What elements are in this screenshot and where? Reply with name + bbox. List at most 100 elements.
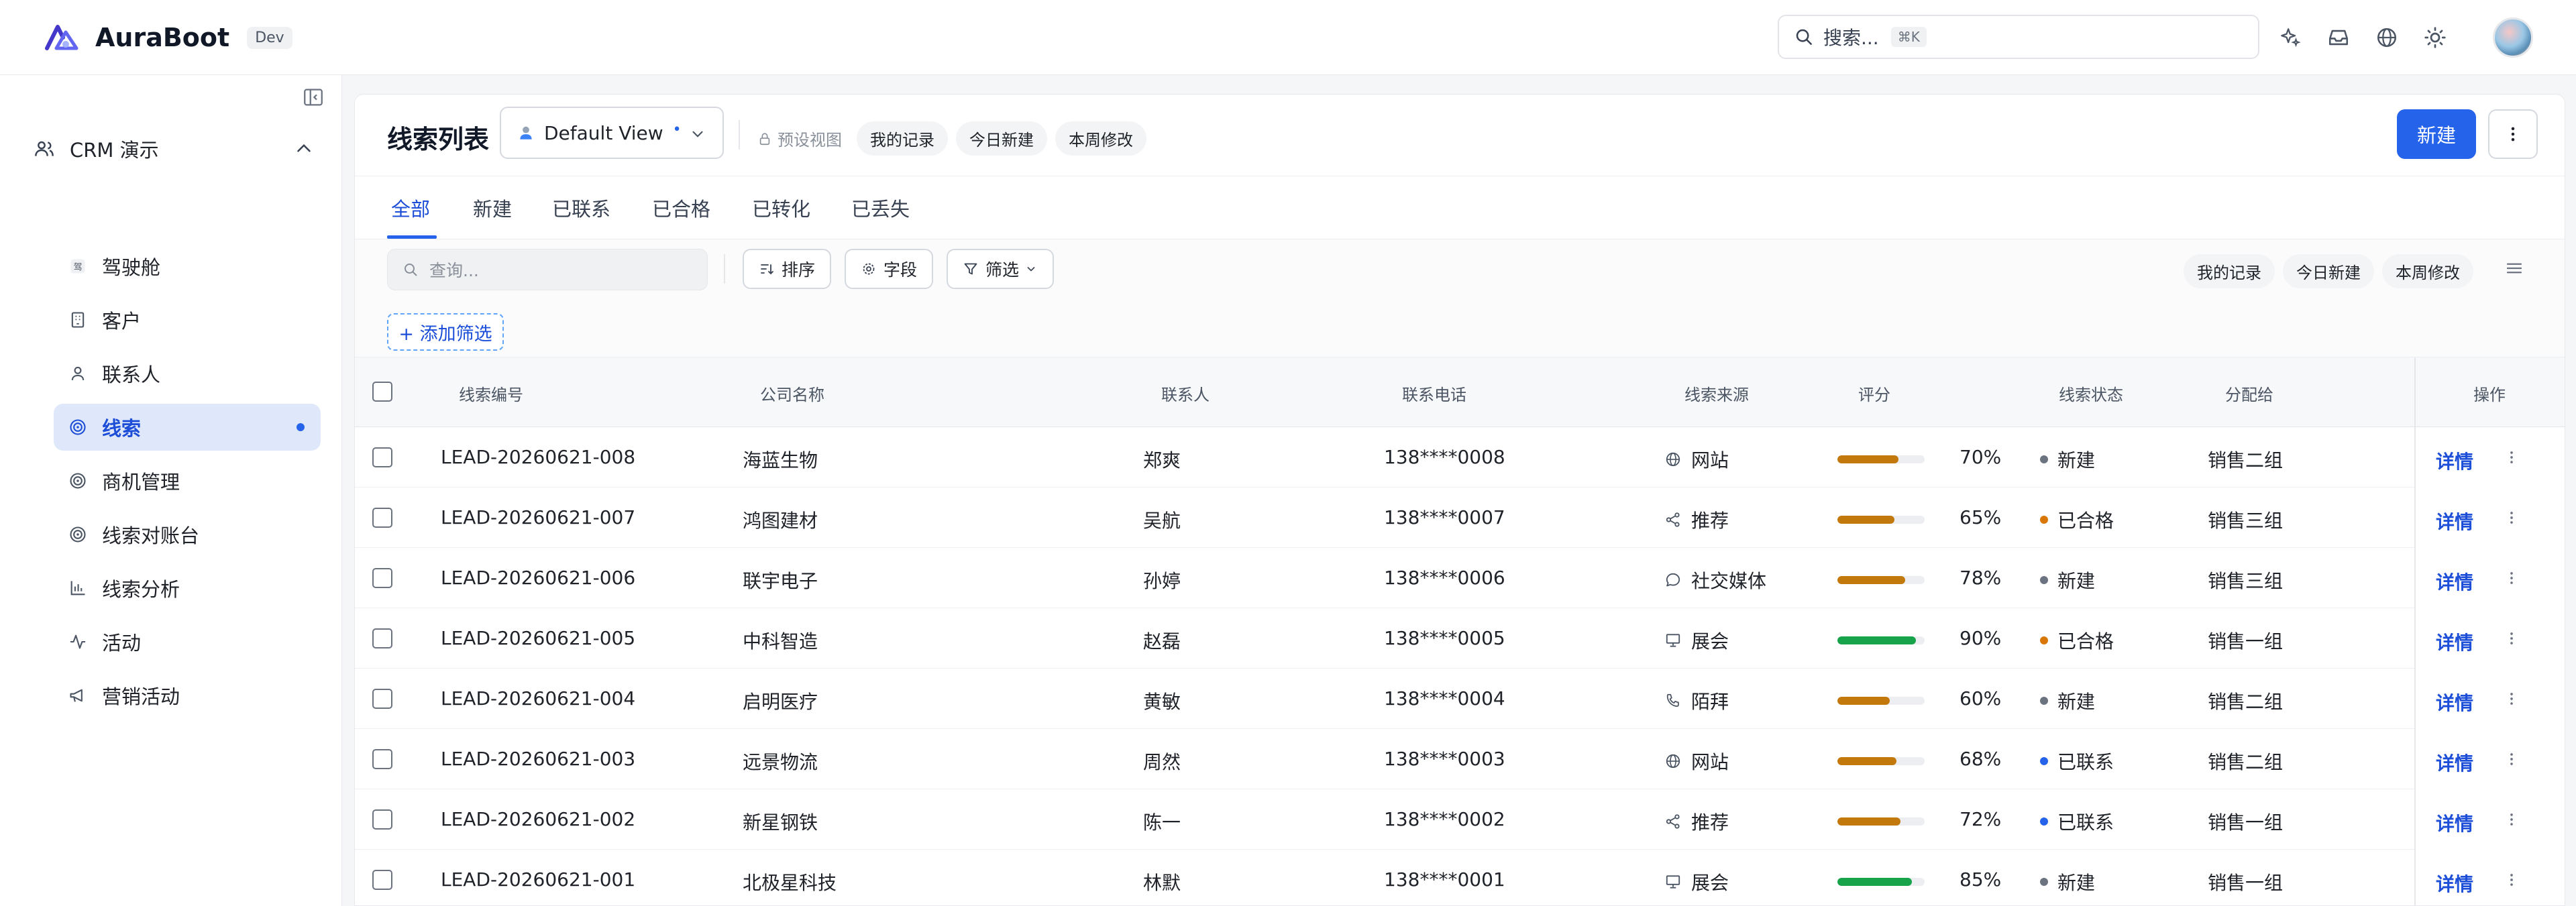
detail-link[interactable]: 详情 xyxy=(2436,508,2473,534)
table-row[interactable]: LEAD-20260621-003 远景物流 周然 138****0003 网站 68% 已… xyxy=(355,729,2565,789)
column-header[interactable]: 联系人 xyxy=(1161,382,1210,405)
more-actions-button[interactable] xyxy=(2488,109,2538,159)
column-header[interactable]: 分配给 xyxy=(2225,382,2273,405)
row-checkbox[interactable] xyxy=(372,870,392,890)
row-checkbox[interactable] xyxy=(372,689,392,709)
lead-id: LEAD-20260621-001 xyxy=(441,868,636,891)
lead-source: 网站 xyxy=(1664,446,1729,473)
megaphone-icon xyxy=(70,689,83,702)
ai-sparkle-button[interactable] xyxy=(2273,20,2308,55)
score-bar xyxy=(1837,455,1925,463)
quick-chip-my-records[interactable]: 我的记录 xyxy=(2184,254,2275,288)
column-header[interactable]: 线索来源 xyxy=(1684,382,1749,405)
detail-link[interactable]: 详情 xyxy=(2436,447,2473,474)
tab-contacted[interactable]: 已联系 xyxy=(552,194,610,222)
sidebar-item-leads[interactable]: 线索 xyxy=(54,404,321,451)
brand[interactable]: AuraBoot Dev xyxy=(43,20,292,55)
language-button[interactable] xyxy=(2369,20,2404,55)
row-checkbox[interactable] xyxy=(372,749,392,769)
fields-button[interactable]: 字段 xyxy=(845,249,934,289)
filter-button[interactable]: 筛选 xyxy=(947,249,1055,289)
more-vertical-icon[interactable] xyxy=(2503,690,2520,707)
sidebar-item-lead-analysis[interactable]: 线索分析 xyxy=(54,565,321,612)
sidebar-item-customers[interactable]: 客户 xyxy=(54,296,321,343)
sidebar-item-lead-reconciliation[interactable]: 线索对账台 xyxy=(54,511,321,558)
sidebar-collapse-button[interactable] xyxy=(302,86,329,113)
more-vertical-icon[interactable] xyxy=(2503,750,2520,768)
row-checkbox[interactable] xyxy=(372,568,392,588)
auraboot-logo-icon xyxy=(45,25,78,50)
tab-qualified[interactable]: 已合格 xyxy=(652,194,710,222)
env-badge: Dev xyxy=(247,26,292,49)
table-row[interactable]: LEAD-20260621-005 中科智造 赵磊 138****0005 展会 90% 已… xyxy=(355,608,2565,669)
score-bar xyxy=(1837,757,1925,765)
table-row[interactable]: LEAD-20260621-001 北极星科技 林默 138****0001 展会 85%… xyxy=(355,850,2565,905)
detail-link[interactable]: 详情 xyxy=(2436,689,2473,716)
quick-chip-week-modified[interactable]: 本周修改 xyxy=(2382,254,2473,288)
detail-link[interactable]: 详情 xyxy=(2436,870,2473,897)
column-header[interactable]: 评分 xyxy=(1858,382,1890,405)
sidebar-item-campaigns[interactable]: 营销活动 xyxy=(54,672,321,719)
detail-link[interactable]: 详情 xyxy=(2436,749,2473,776)
user-avatar[interactable] xyxy=(2493,17,2533,58)
tab-converted[interactable]: 已转化 xyxy=(752,194,810,222)
more-vertical-icon[interactable] xyxy=(2503,811,2520,828)
status-dot xyxy=(2040,757,2048,765)
add-filter-button[interactable]: + 添加筛选 xyxy=(387,313,504,351)
divider xyxy=(739,120,740,150)
column-header[interactable]: 公司名称 xyxy=(760,382,824,405)
select-all-checkbox[interactable] xyxy=(372,382,392,402)
table-row[interactable]: LEAD-20260621-006 联宇电子 孙婷 138****0006 社交媒体 78… xyxy=(355,548,2565,608)
more-vertical-icon[interactable] xyxy=(2503,569,2520,587)
tab-lost[interactable]: 已丢失 xyxy=(851,194,910,222)
table-row[interactable]: LEAD-20260621-007 鸿图建材 吴航 138****0007 推荐 65% 已… xyxy=(355,488,2565,548)
tab-all[interactable]: 全部 xyxy=(391,194,430,222)
quick-chip-today-new[interactable]: 今日新建 xyxy=(2283,254,2374,288)
theme-toggle-button[interactable] xyxy=(2418,20,2453,55)
sidebar-item-activities[interactable]: 活动 xyxy=(54,618,321,665)
query-placeholder: 查询... xyxy=(429,261,479,280)
global-search-input[interactable]: 搜索... ⌘K xyxy=(1778,15,2259,59)
more-vertical-icon[interactable] xyxy=(2503,630,2520,647)
detail-link[interactable]: 详情 xyxy=(2436,568,2473,595)
sort-button[interactable]: 排序 xyxy=(743,249,832,289)
detail-link[interactable]: 详情 xyxy=(2436,628,2473,655)
table-row[interactable]: LEAD-20260621-008 海蓝生物 郑爽 138****0008 网站 70% 新… xyxy=(355,427,2565,488)
nav-group-crm-demo[interactable]: CRM 演示 xyxy=(34,130,315,168)
score-bar xyxy=(1837,697,1925,705)
lead-id: LEAD-20260621-008 xyxy=(441,446,636,468)
more-vertical-icon[interactable] xyxy=(2503,871,2520,889)
preset-chip-today-new[interactable]: 今日新建 xyxy=(956,121,1047,156)
active-indicator-dot xyxy=(297,423,305,431)
table-row[interactable]: LEAD-20260621-002 新星钢铁 陈一 138****0002 推荐 72% 已… xyxy=(355,789,2565,850)
row-checkbox[interactable] xyxy=(372,508,392,528)
sidebar-item-label: 活动 xyxy=(102,632,142,655)
column-header[interactable]: 线索编号 xyxy=(459,382,523,405)
sidebar-item-contacts[interactable]: 联系人 xyxy=(54,350,321,397)
query-input[interactable]: 查询... xyxy=(387,249,708,290)
row-checkbox[interactable] xyxy=(372,447,392,467)
row-checkbox[interactable] xyxy=(372,628,392,648)
column-header[interactable]: 线索状态 xyxy=(2059,382,2123,405)
new-lead-button[interactable]: 新建 xyxy=(2397,109,2476,159)
column-header[interactable]: 联系电话 xyxy=(1402,382,1466,405)
preset-chip-week-modified[interactable]: 本周修改 xyxy=(1055,121,1146,156)
sidebar-item-opportunities[interactable]: 商机管理 xyxy=(54,457,321,504)
table-row[interactable]: LEAD-20260621-004 启明医疗 黄敏 138****0004 陌拜 60% 新… xyxy=(355,669,2565,729)
view-select[interactable]: Default View • xyxy=(500,107,724,159)
row-checkbox[interactable] xyxy=(372,809,392,830)
view-modified-dot: • xyxy=(672,121,682,138)
inbox-button[interactable] xyxy=(2321,20,2356,55)
search-shortcut: ⌘K xyxy=(1890,27,1927,47)
company-name: 鸿图建材 xyxy=(743,510,818,532)
tab-new[interactable]: 新建 xyxy=(473,194,512,222)
sidebar-item-cockpit[interactable]: 驾 驾驶舱 xyxy=(54,243,321,290)
contact-phone: 138****0006 xyxy=(1384,567,1505,589)
preset-chip-my-records[interactable]: 我的记录 xyxy=(857,121,948,156)
more-vertical-icon[interactable] xyxy=(2503,509,2520,526)
more-vertical-icon[interactable] xyxy=(2503,449,2520,466)
score-bar-fill xyxy=(1837,576,1905,584)
detail-link[interactable]: 详情 xyxy=(2436,809,2473,836)
menu-lines-icon[interactable] xyxy=(2504,258,2524,278)
lead-source: 网站 xyxy=(1664,748,1729,775)
